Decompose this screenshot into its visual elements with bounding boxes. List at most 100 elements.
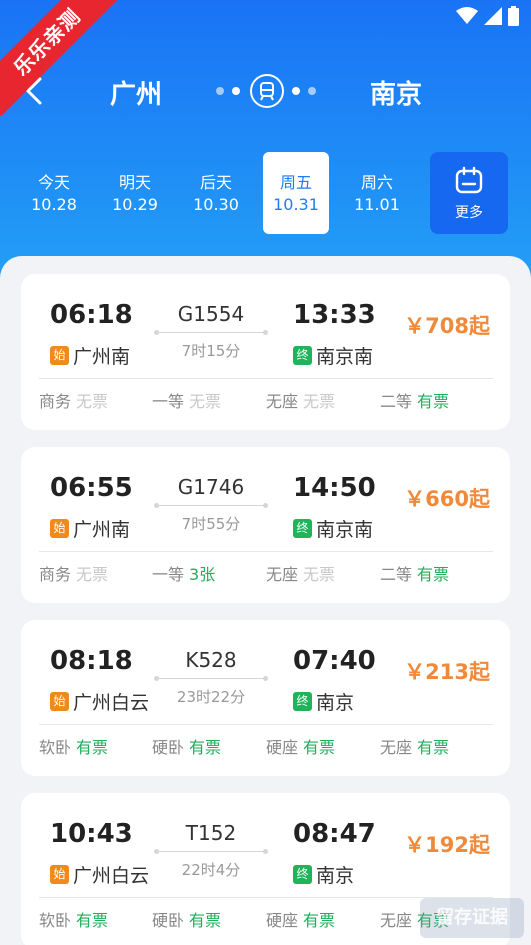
travel-duration: 7时15分 xyxy=(181,342,241,360)
seat-availability: 无票 xyxy=(76,565,109,584)
route-line xyxy=(154,676,268,681)
back-arrow-icon xyxy=(26,77,42,105)
to-city[interactable]: 南京 xyxy=(370,74,422,111)
seat-info: 无座 有票 xyxy=(380,734,449,758)
arrival-station: 终 南京南 xyxy=(293,515,373,542)
more-dates-button[interactable]: 更多 xyxy=(430,152,508,234)
station-name: 南京 xyxy=(316,865,355,887)
seat-info: 一等 3张 xyxy=(152,561,215,585)
train-card[interactable]: 06:18 G1554 7时15分 13:33 始 广州南 终 南京南 ￥708… xyxy=(21,274,510,430)
wifi-icon xyxy=(456,7,478,24)
seat-availability: 有票 xyxy=(303,738,336,757)
seat-class: 一等 xyxy=(152,392,185,411)
seat-availability: 有票 xyxy=(417,392,450,411)
seat-availability: 3张 xyxy=(189,565,216,584)
calendar-icon xyxy=(455,166,483,194)
seat-class: 软卧 xyxy=(39,738,72,757)
date-value: 11.01 xyxy=(354,195,400,214)
price: ￥192起 xyxy=(404,833,490,857)
divider xyxy=(39,724,493,725)
seat-info: 一等 无票 xyxy=(152,388,221,412)
arrival-time: 14:50 xyxy=(293,473,376,503)
date-tab-friday[interactable]: 周五 10.31 xyxy=(263,152,329,234)
seat-info: 硬卧 有票 xyxy=(152,907,221,931)
date-value: 10.31 xyxy=(273,195,319,214)
seat-availability: 有票 xyxy=(76,911,109,930)
arrival-time: 08:47 xyxy=(293,819,376,849)
seat-class: 无座 xyxy=(266,565,299,584)
station-name: 广州白云 xyxy=(73,692,150,714)
price: ￥213起 xyxy=(404,660,490,684)
date-value: 10.30 xyxy=(193,195,239,214)
price: ￥660起 xyxy=(404,487,490,511)
date-tab-day-after[interactable]: 后天 10.30 xyxy=(183,152,249,234)
seat-info: 商务 无票 xyxy=(39,388,108,412)
seat-class: 商务 xyxy=(39,565,72,584)
seat-info: 无座 无票 xyxy=(266,561,335,585)
train-list: 06:18 G1554 7时15分 13:33 始 广州南 终 南京南 ￥708… xyxy=(0,256,531,945)
arrival-station: 终 南京南 xyxy=(293,342,373,369)
end-tag: 终 xyxy=(293,692,312,711)
seat-info: 硬卧 有票 xyxy=(152,734,221,758)
from-city[interactable]: 广州 xyxy=(110,74,162,111)
start-tag: 始 xyxy=(50,692,69,711)
end-tag: 终 xyxy=(293,346,312,365)
date-weekday: 周五 xyxy=(279,173,312,192)
seat-availability: 有票 xyxy=(189,911,222,930)
station-name: 南京南 xyxy=(316,346,374,368)
travel-duration: 23时22分 xyxy=(176,688,246,706)
date-weekday: 后天 xyxy=(199,173,232,192)
seat-availability: 有票 xyxy=(417,738,450,757)
seat-class: 无座 xyxy=(380,911,413,930)
departure-station: 始 广州南 xyxy=(50,515,130,542)
seat-info: 硬座 有票 xyxy=(266,734,335,758)
travel-duration: 7时55分 xyxy=(181,515,241,533)
end-tag: 终 xyxy=(293,865,312,884)
seat-class: 二等 xyxy=(380,565,413,584)
battery-icon xyxy=(508,6,519,26)
train-card[interactable]: 08:18 K528 23时22分 07:40 始 广州白云 终 南京 ￥213… xyxy=(21,620,510,776)
route-dot xyxy=(216,87,224,95)
arrival-time: 07:40 xyxy=(293,646,376,676)
swap-button[interactable] xyxy=(250,74,284,108)
station-name: 广州白云 xyxy=(73,865,150,887)
seat-availability: 无票 xyxy=(189,392,222,411)
station-name: 广州南 xyxy=(73,519,131,541)
route-swap xyxy=(214,72,318,110)
seat-availability: 无票 xyxy=(303,565,336,584)
back-button[interactable] xyxy=(22,76,48,106)
station-name: 广州南 xyxy=(73,346,131,368)
seat-class: 商务 xyxy=(39,392,72,411)
train-number: G1746 xyxy=(177,475,245,499)
seat-info: 硬座 有票 xyxy=(266,907,335,931)
date-tab-tomorrow[interactable]: 明天 10.29 xyxy=(102,152,168,234)
date-selector: 今天 10.28 明天 10.29 后天 10.30 周五 10.31 周六 1… xyxy=(0,152,531,236)
route-line xyxy=(154,849,268,854)
train-card[interactable]: 06:55 G1746 7时55分 14:50 始 广州南 终 南京南 ￥660… xyxy=(21,447,510,603)
bottom-watermark: 留存证据 xyxy=(420,898,524,938)
seat-info: 软卧 有票 xyxy=(39,907,108,931)
seat-class: 无座 xyxy=(380,738,413,757)
start-tag: 始 xyxy=(50,865,69,884)
date-tab-today[interactable]: 今天 10.28 xyxy=(21,152,87,234)
train-icon xyxy=(260,82,274,101)
start-tag: 始 xyxy=(50,519,69,538)
departure-time: 06:18 xyxy=(50,300,133,330)
signal-icon xyxy=(484,7,502,25)
train-number: G1554 xyxy=(177,302,245,326)
seat-availability: 无票 xyxy=(76,392,109,411)
seat-class: 无座 xyxy=(266,392,299,411)
divider xyxy=(39,551,493,552)
date-value: 10.28 xyxy=(31,195,77,214)
price: ￥708起 xyxy=(404,314,490,338)
train-number: K528 xyxy=(185,648,237,672)
seat-availability: 有票 xyxy=(303,911,336,930)
date-weekday: 今天 xyxy=(37,173,70,192)
header: 乐乐亲测 广州 南京 今天 10.28 明天 10.29 后天 10.30 周五… xyxy=(0,0,531,290)
seat-class: 硬卧 xyxy=(152,738,185,757)
seat-info: 二等 有票 xyxy=(380,561,449,585)
seat-info: 商务 无票 xyxy=(39,561,108,585)
date-tab-saturday[interactable]: 周六 11.01 xyxy=(344,152,410,234)
seat-availability: 有票 xyxy=(189,738,222,757)
departure-station: 始 广州南 xyxy=(50,342,130,369)
